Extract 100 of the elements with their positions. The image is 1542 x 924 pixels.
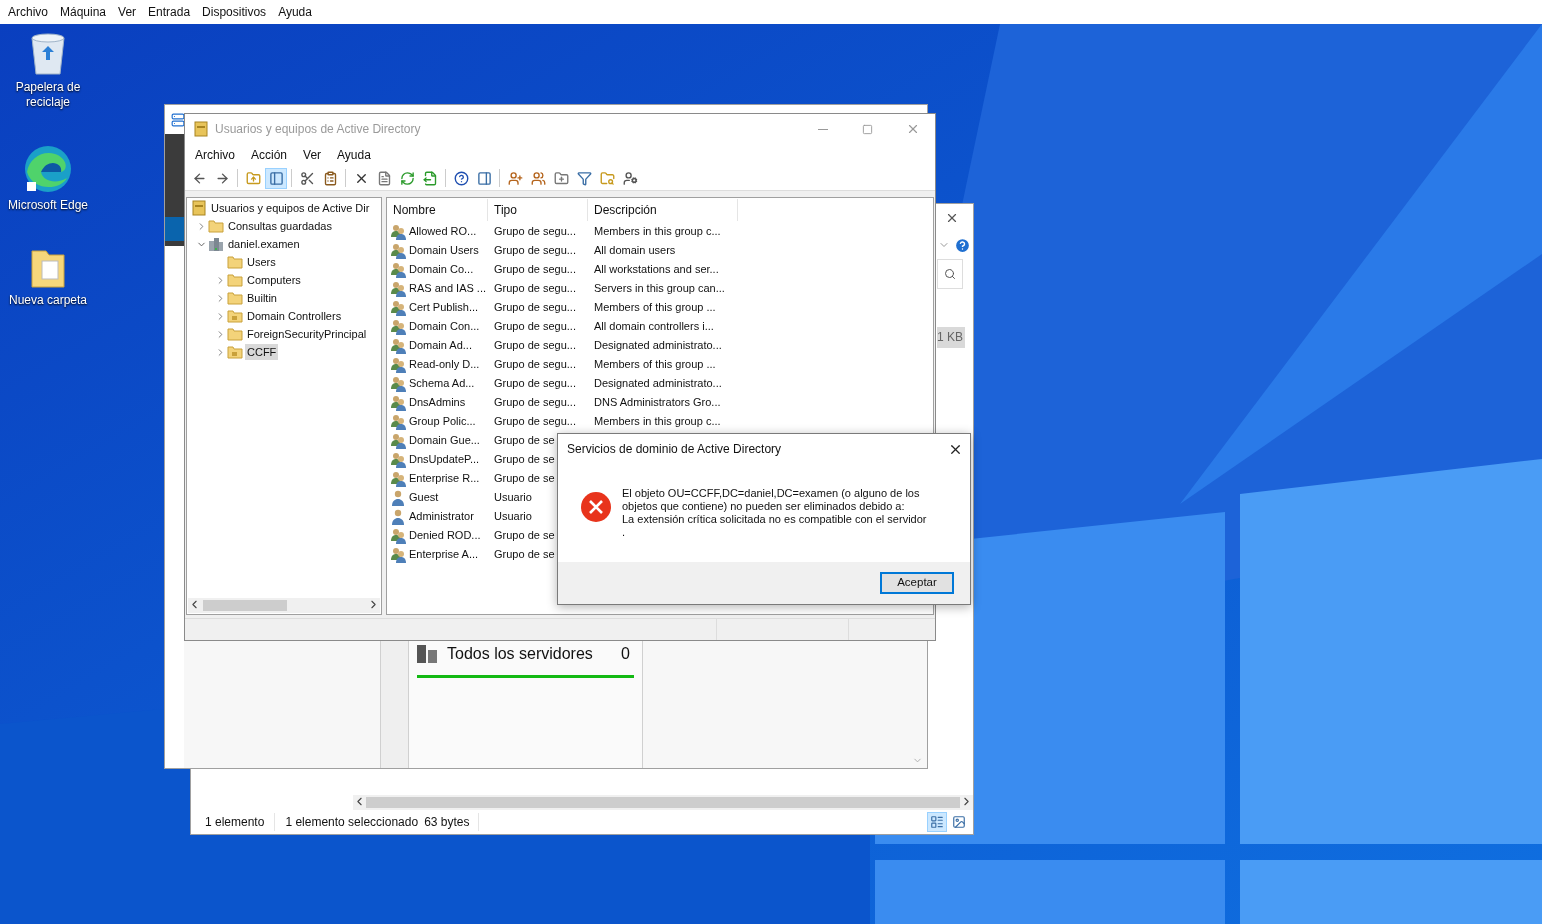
ou-folder-icon — [227, 308, 243, 324]
help-icon[interactable] — [954, 236, 971, 254]
table-cell-text: Grupo de segu... — [493, 414, 577, 430]
tile-count: 0 — [621, 644, 631, 664]
list-icon — [930, 815, 944, 829]
table-cell-text: All workstations and ser... — [593, 262, 720, 278]
menu-item[interactable]: Ver — [295, 146, 330, 164]
menu-item[interactable]: Entrada — [142, 3, 197, 21]
domain-icon — [208, 236, 224, 252]
table-cell-text: Members in this group c... — [593, 224, 722, 240]
desktop-icon-label[interactable]: Microsoft Edge — [7, 198, 88, 213]
table-cell-text: Grupo de segu... — [493, 300, 577, 316]
tree-toggle-button[interactable] — [265, 167, 287, 189]
menu-item[interactable]: Dispositivos — [196, 3, 273, 21]
users-icon — [530, 170, 546, 186]
table-cell-text: Grupo de segu... — [493, 338, 577, 354]
table-cell-text: Grupo de segu... — [493, 224, 577, 240]
table-cell-text: Members of this group ... — [593, 357, 717, 373]
name-cell[interactable]: Guest — [409, 489, 439, 506]
name-cell[interactable]: Enterprise R... — [409, 470, 480, 487]
menu-item[interactable]: Archivo — [2, 3, 54, 21]
folder-icon — [227, 326, 243, 342]
tree-item[interactable]: Consultas guardadas — [226, 217, 334, 235]
export-icon — [422, 170, 438, 186]
table-cell-text: Designated administrato... — [593, 376, 723, 392]
name-cell[interactable]: Cert Publish... — [409, 299, 479, 316]
desktop-icon-label[interactable]: Nueva carpeta — [8, 293, 87, 308]
menu-item[interactable]: Acción — [243, 146, 296, 164]
column-header[interactable]: Tipo — [488, 199, 588, 221]
group-icon — [391, 318, 407, 335]
name-cell[interactable]: Group Polic... — [409, 413, 476, 430]
tree-item[interactable]: Computers — [245, 271, 303, 289]
table-cell-text: Grupo de segu... — [493, 376, 577, 392]
table-cell-text: Members of this group ... — [593, 300, 717, 316]
name-cell[interactable]: Domain Users — [409, 242, 479, 259]
clipboard-icon — [322, 170, 338, 186]
group-icon — [391, 280, 407, 297]
tree-item[interactable]: Users — [245, 253, 278, 271]
scrollbar-thumb[interactable] — [366, 797, 960, 808]
ou-folder-icon — [227, 344, 243, 360]
table-cell-text: Grupo de se — [493, 528, 556, 544]
tree-item[interactable]: Builtin — [245, 289, 279, 307]
group-icon — [391, 337, 407, 354]
name-cell[interactable]: Domain Ad... — [409, 337, 472, 354]
menu-item[interactable]: Ver — [112, 3, 143, 21]
group-icon — [391, 432, 407, 449]
name-cell[interactable]: Domain Co... — [409, 261, 474, 278]
column-header[interactable]: Nombre — [387, 199, 488, 221]
minimize-icon — [817, 128, 828, 130]
table-cell-text: Servers in this group can... — [593, 281, 726, 297]
name-cell[interactable]: DnsUpdateP... — [409, 451, 480, 468]
name-cell[interactable]: Domain Gue... — [409, 432, 480, 449]
details-view-button[interactable] — [927, 812, 947, 832]
menu-item[interactable]: Ayuda — [272, 3, 318, 21]
search-button[interactable] — [937, 259, 963, 289]
table-cell-text: Usuario — [493, 490, 533, 506]
table-cell-text: Grupo de segu... — [493, 281, 577, 297]
arrow-right-icon — [214, 170, 230, 186]
refresh-icon — [399, 170, 415, 186]
tree-item[interactable]: CCFF — [245, 343, 279, 361]
tree-item[interactable]: ForeignSecurityPrincipal — [245, 325, 369, 343]
name-cell[interactable]: Domain Con... — [409, 318, 480, 335]
name-cell[interactable]: Administrator — [409, 508, 474, 525]
group-icon — [391, 413, 407, 430]
menu-item[interactable]: Archivo — [187, 146, 243, 164]
name-cell[interactable]: Read-only D... — [409, 356, 480, 373]
snap-in-icon — [193, 121, 209, 137]
name-cell[interactable]: Denied ROD... — [409, 527, 481, 544]
scissors-icon — [299, 170, 315, 186]
help-icon — [453, 170, 469, 186]
folder-icon — [227, 254, 243, 270]
ok-button[interactable]: Aceptar — [880, 572, 954, 594]
name-cell[interactable]: Enterprise A... — [409, 546, 479, 563]
tree-item[interactable]: daniel.examen — [226, 235, 302, 253]
folder-search-icon — [599, 170, 615, 186]
image-icon — [952, 815, 966, 829]
folder-icon — [227, 290, 243, 306]
user-plus-icon — [507, 170, 523, 186]
name-cell[interactable]: DnsAdmins — [409, 394, 466, 411]
menu-item[interactable]: Máquina — [54, 3, 113, 21]
error-icon — [580, 491, 612, 523]
name-cell[interactable]: Allowed RO... — [409, 223, 477, 240]
name-cell[interactable]: Schema Ad... — [409, 375, 475, 392]
panel-icon — [268, 170, 284, 186]
server-icon — [171, 112, 185, 127]
column-header[interactable]: Descripción — [588, 199, 738, 221]
group-icon — [391, 261, 407, 278]
desktop-icon-label[interactable]: Papelera de reciclaje — [4, 80, 92, 110]
table-cell-text: All domain controllers i... — [593, 319, 715, 335]
scrollbar-thumb[interactable] — [203, 600, 287, 611]
tile-title: Todos los servidores — [447, 644, 593, 664]
menu-item[interactable]: Ayuda — [329, 146, 379, 164]
name-cell[interactable]: RAS and IAS ... — [409, 280, 487, 297]
tree-item[interactable]: Domain Controllers — [245, 307, 344, 325]
error-message: El objeto OU=CCFF,DC=daniel,DC=examen (o alguno de los objetos que contiene) no pueden ser eliminados debido a: La extensión crítica solicitada no es compatible con el servidor . — [622, 487, 927, 540]
folder-icon — [208, 218, 224, 234]
tree-item[interactable]: Usuarios y equipos de Active Dir — [209, 199, 372, 217]
folder-up-icon — [245, 170, 261, 186]
table-cell-text: Grupo de segu... — [493, 395, 577, 411]
table-cell-text: Grupo de segu... — [493, 262, 577, 278]
